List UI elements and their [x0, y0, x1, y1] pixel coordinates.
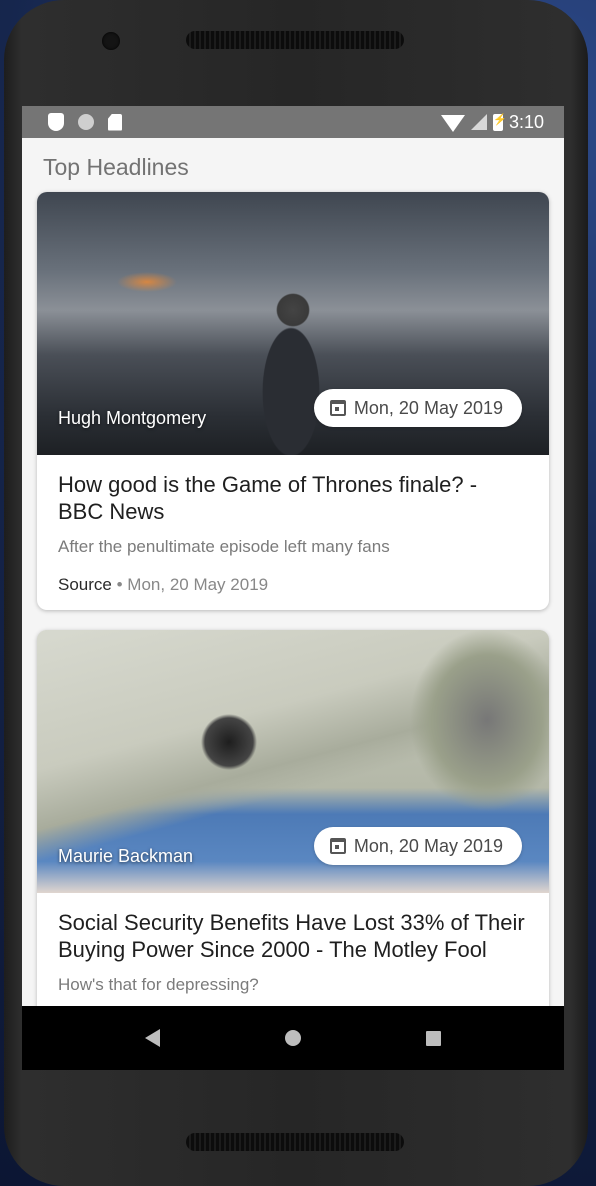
cell-signal-icon	[470, 114, 487, 130]
home-icon[interactable]	[284, 1030, 301, 1046]
earpiece-speaker	[186, 31, 404, 49]
date-chip: Mon, 20 May 2019	[313, 827, 522, 865]
article-description: How's that for depressing?	[58, 975, 259, 994]
article-author: Hugh Montgomery	[58, 408, 207, 428]
date-chip-label: Mon, 20 May 2019	[353, 397, 503, 418]
article-title: How good is the Game of Thrones finale? …	[58, 472, 478, 524]
article-author: Maurie Backman	[58, 846, 194, 866]
article-image: Maurie Backman Mon, 20 May 2019	[37, 630, 549, 893]
battery-charging-icon	[492, 113, 507, 131]
article-card[interactable]: Hugh Montgomery Mon, 20 May 2019 How goo…	[37, 192, 549, 610]
circle-icon	[78, 114, 94, 130]
navigation-bar	[22, 1006, 564, 1070]
article-meta-date: Mon, 20 May 2019	[127, 575, 269, 594]
calendar-icon	[329, 838, 346, 854]
shield-icon	[48, 113, 64, 131]
status-right-icons: 3:10	[440, 111, 564, 133]
meta-separator: •	[116, 575, 123, 594]
date-chip: Mon, 20 May 2019	[313, 389, 522, 427]
status-left-icons	[22, 113, 122, 131]
date-chip-label: Mon, 20 May 2019	[353, 835, 503, 856]
status-time: 3:10	[508, 111, 544, 132]
recents-icon[interactable]	[426, 1030, 442, 1046]
article-source: Source	[58, 575, 112, 594]
article-body: How good is the Game of Thrones finale? …	[37, 455, 549, 595]
section-title: Top Headlines	[43, 154, 189, 180]
back-icon[interactable]	[144, 1029, 160, 1047]
article-body: Social Security Benefits Have Lost 33% o…	[37, 893, 549, 995]
wifi-icon	[440, 115, 465, 132]
status-bar: 3:10	[22, 106, 564, 138]
article-image: Hugh Montgomery Mon, 20 May 2019	[37, 192, 549, 455]
calendar-icon	[329, 400, 346, 416]
article-description: After the penultimate episode left many …	[58, 537, 390, 556]
article-meta: Source • Mon, 20 May 2019	[58, 575, 528, 595]
screen: 3:10 Top Headlines Hugh Montgomery Mon, …	[22, 106, 564, 1070]
article-title: Social Security Benefits Have Lost 33% o…	[58, 910, 525, 962]
article-card[interactable]: Maurie Backman Mon, 20 May 2019 Social S…	[37, 630, 549, 1006]
sd-card-icon	[108, 113, 122, 131]
headlines-list[interactable]: Top Headlines Hugh Montgomery Mon, 20 Ma…	[22, 138, 564, 1006]
bottom-speaker	[186, 1133, 404, 1151]
front-camera	[102, 32, 120, 50]
